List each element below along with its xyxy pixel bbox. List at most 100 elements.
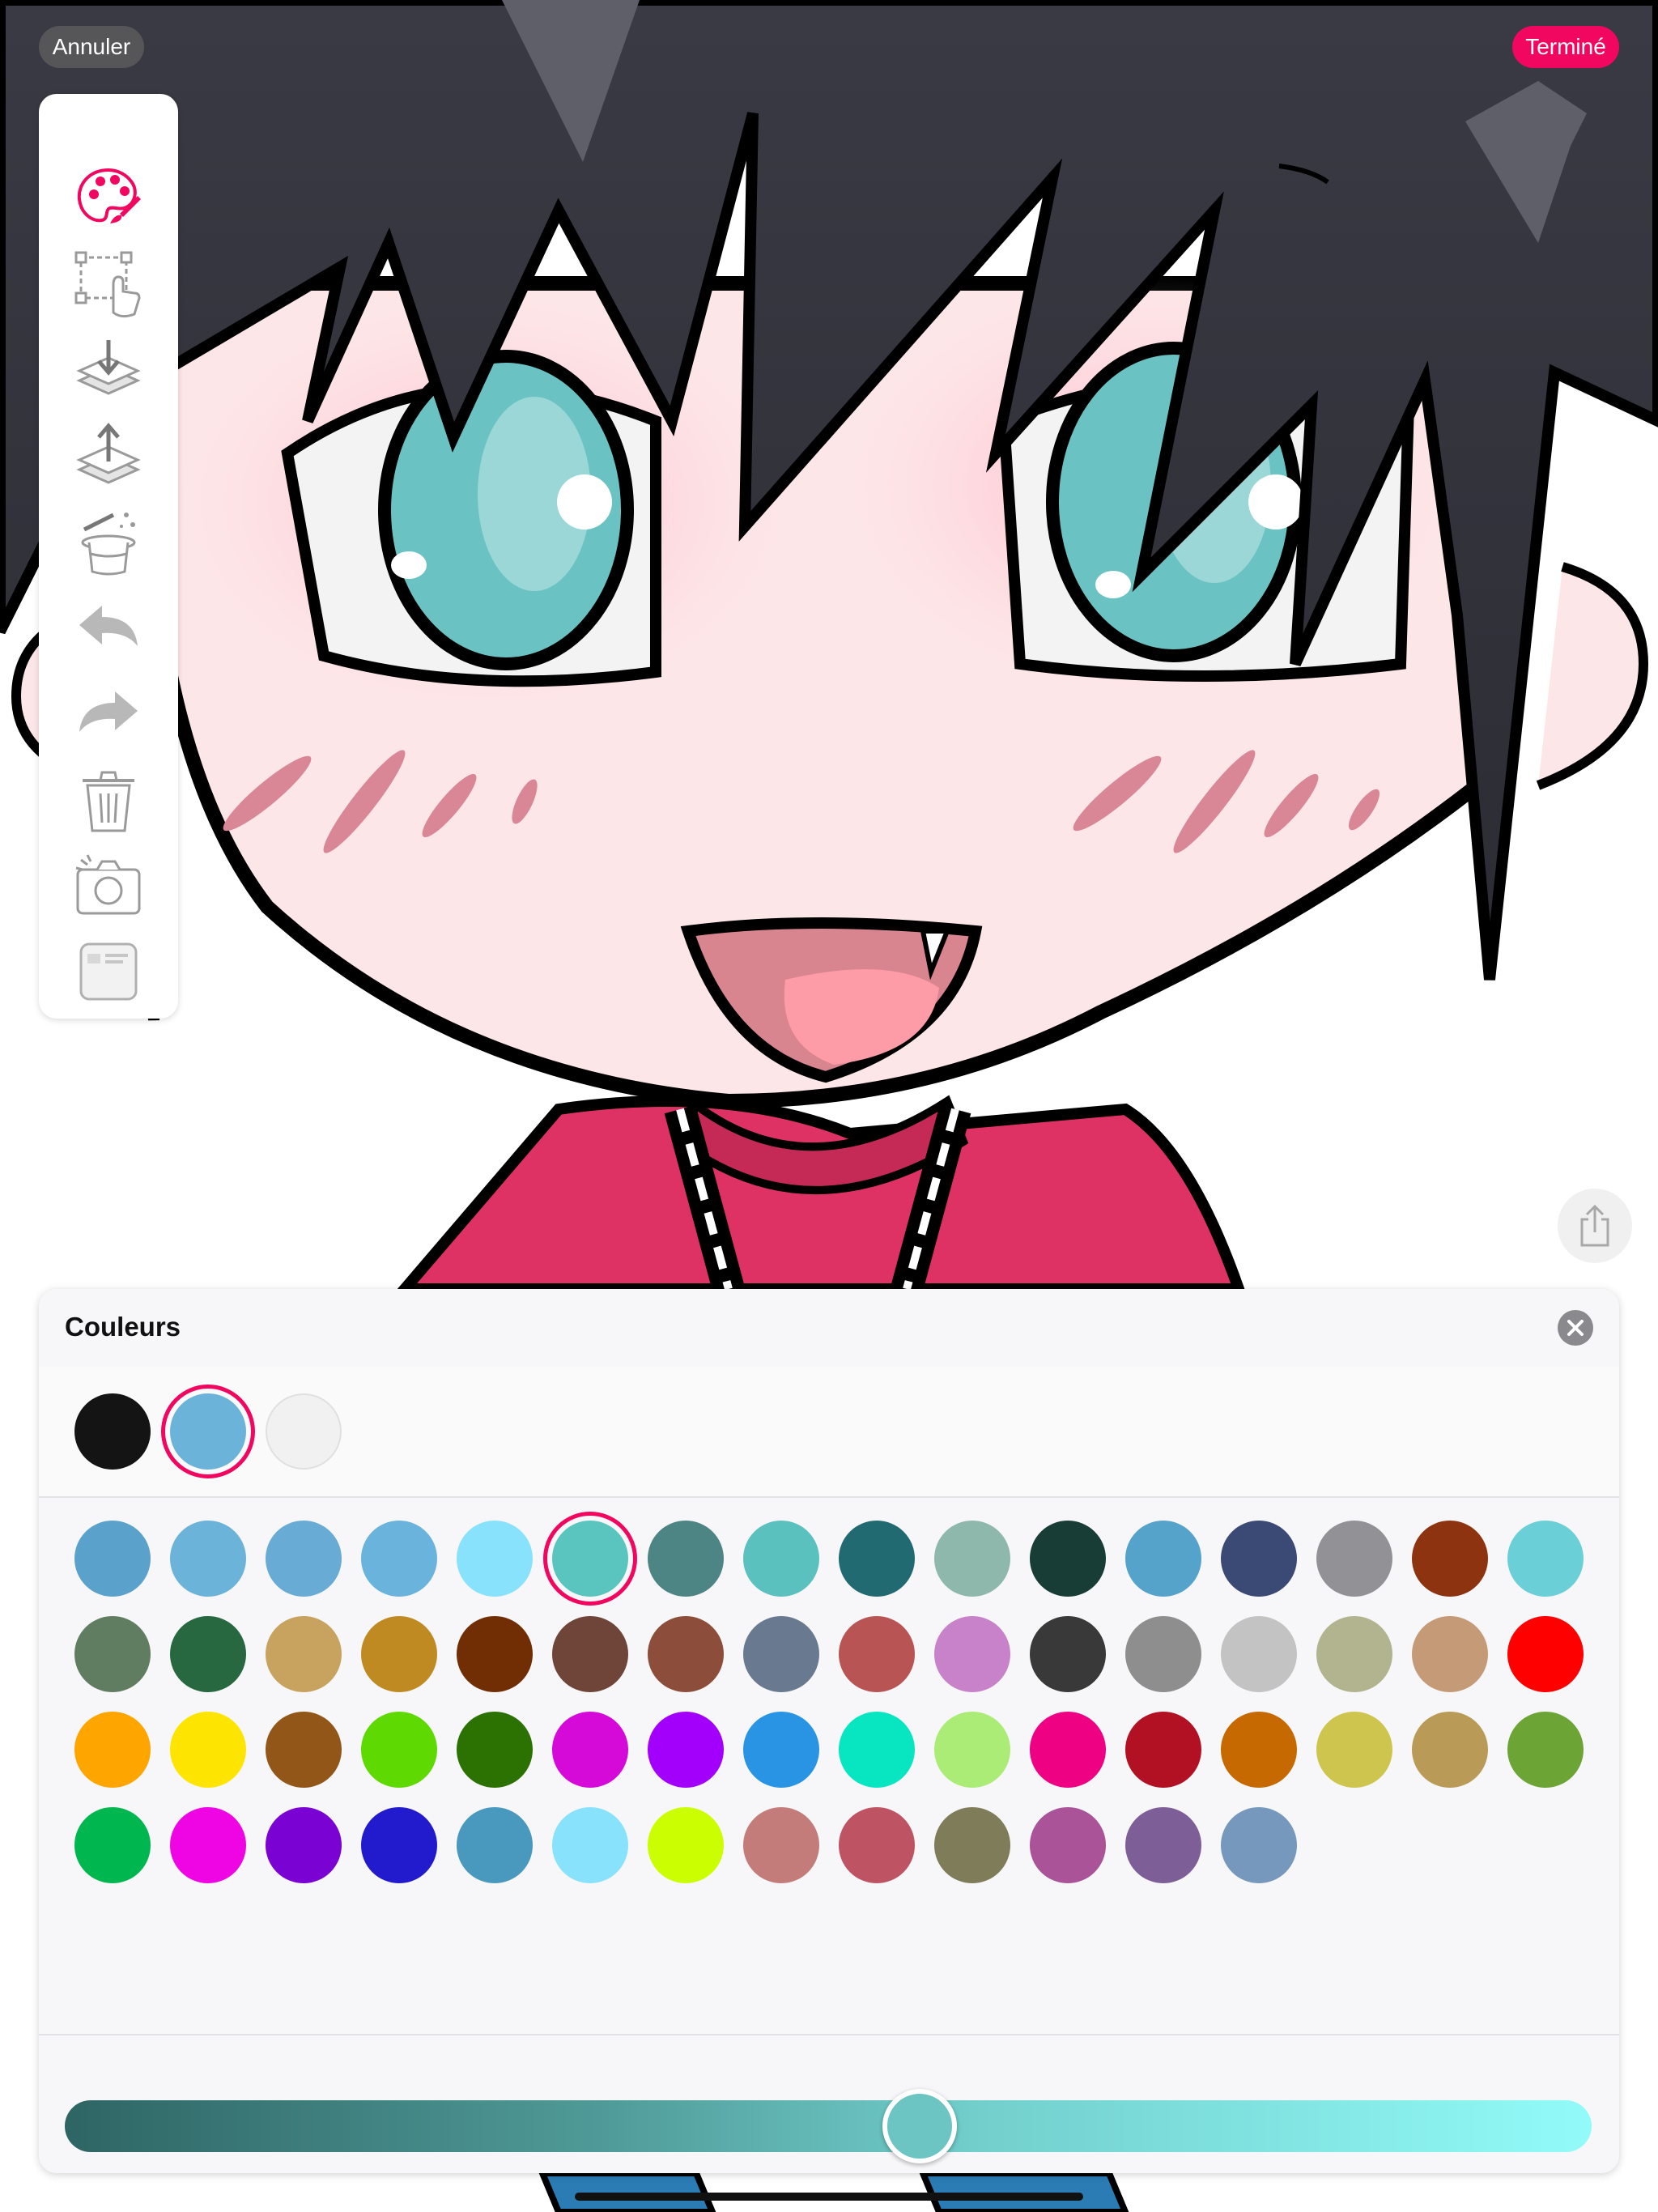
palette-color-swatch[interactable]	[74, 1616, 151, 1692]
shade-slider-area	[39, 2034, 1619, 2173]
palette-color-swatch[interactable]	[1316, 1616, 1392, 1692]
redo-icon	[79, 691, 138, 732]
palette-tool-button[interactable]	[68, 159, 149, 240]
close-panel-button[interactable]	[1558, 1310, 1593, 1346]
shirt	[392, 1095, 1247, 1295]
palette-color-swatch[interactable]	[1125, 1616, 1201, 1692]
recent-color-swatch[interactable]	[266, 1393, 342, 1470]
palette-color-swatch[interactable]	[934, 1807, 1010, 1883]
palette-color-swatch[interactable]	[1125, 1521, 1201, 1597]
shade-slider-thumb[interactable]	[882, 2089, 958, 2163]
palette-color-swatch[interactable]	[457, 1521, 533, 1597]
color-palette-grid	[39, 1498, 1619, 2032]
share-icon	[1580, 1204, 1609, 1247]
palette-color-swatch[interactable]	[1030, 1616, 1106, 1692]
done-button[interactable]: Terminé	[1512, 26, 1619, 68]
undo-button[interactable]	[68, 588, 149, 669]
palette-color-swatch[interactable]	[839, 1616, 915, 1692]
palette-color-swatch[interactable]	[266, 1521, 342, 1597]
palette-color-swatch[interactable]	[1125, 1712, 1201, 1788]
palette-color-swatch[interactable]	[170, 1807, 246, 1883]
palette-color-swatch[interactable]	[1412, 1712, 1488, 1788]
palette-color-swatch[interactable]	[74, 1807, 151, 1883]
palette-color-swatch[interactable]	[1030, 1712, 1106, 1788]
palette-color-swatch[interactable]	[552, 1616, 628, 1692]
palette-color-swatch[interactable]	[648, 1616, 724, 1692]
magic-hat-icon	[81, 513, 136, 576]
palette-color-swatch[interactable]	[170, 1712, 246, 1788]
palette-color-swatch[interactable]	[648, 1521, 724, 1597]
layer-up-icon	[76, 423, 141, 484]
palette-color-swatch[interactable]	[457, 1616, 533, 1692]
palette-color-swatch[interactable]	[1125, 1807, 1201, 1883]
palette-color-swatch[interactable]	[743, 1807, 819, 1883]
ear-right	[1536, 562, 1649, 790]
palette-color-swatch[interactable]	[552, 1712, 628, 1788]
palette-color-swatch[interactable]	[552, 1807, 628, 1883]
recent-color-swatch[interactable]	[161, 1385, 255, 1478]
select-transform-tool-button[interactable]	[68, 245, 149, 325]
camera-icon	[75, 854, 141, 915]
palette-color-swatch[interactable]	[934, 1616, 1010, 1692]
palette-color-swatch[interactable]	[1507, 1616, 1584, 1692]
share-button[interactable]	[1558, 1189, 1632, 1263]
palette-color-swatch[interactable]	[361, 1521, 437, 1597]
palette-color-swatch[interactable]	[1030, 1521, 1106, 1597]
palette-color-swatch[interactable]	[170, 1616, 246, 1692]
palette-color-swatch[interactable]	[1507, 1521, 1584, 1597]
palette-color-swatch[interactable]	[361, 1712, 437, 1788]
palette-color-swatch[interactable]	[74, 1712, 151, 1788]
palette-color-swatch[interactable]	[457, 1807, 533, 1883]
palette-icon	[77, 168, 141, 223]
palette-color-swatch[interactable]	[1030, 1807, 1106, 1883]
palette-color-swatch[interactable]	[1221, 1807, 1297, 1883]
palette-color-swatch[interactable]	[743, 1712, 819, 1788]
palette-color-swatch[interactable]	[1412, 1616, 1488, 1692]
delete-button[interactable]	[68, 759, 149, 840]
palette-color-swatch[interactable]	[1316, 1521, 1392, 1597]
shade-slider[interactable]	[65, 2089, 1592, 2163]
palette-color-swatch[interactable]	[743, 1521, 819, 1597]
colors-panel: Couleurs	[39, 1289, 1619, 2173]
palette-color-swatch[interactable]	[648, 1807, 724, 1883]
close-icon	[1567, 1320, 1584, 1336]
palette-color-swatch[interactable]	[1507, 1712, 1584, 1788]
tool-sidebar	[39, 94, 178, 1019]
panel-title: Couleurs	[65, 1312, 181, 1342]
panel-header: Couleurs	[39, 1289, 1619, 1368]
layer-down-tool-button[interactable]	[68, 330, 149, 411]
palette-color-swatch[interactable]	[1316, 1712, 1392, 1788]
palette-color-swatch[interactable]	[266, 1712, 342, 1788]
undo-icon	[79, 606, 138, 646]
palette-color-swatch[interactable]	[361, 1807, 437, 1883]
palette-color-swatch[interactable]	[457, 1712, 533, 1788]
recent-colors-row	[39, 1367, 1619, 1498]
card-button[interactable]	[68, 931, 149, 1012]
recent-color-swatch[interactable]	[74, 1393, 151, 1470]
magic-tool-button[interactable]	[68, 502, 149, 583]
palette-color-swatch[interactable]	[266, 1807, 342, 1883]
palette-color-swatch[interactable]	[1412, 1521, 1488, 1597]
palette-color-swatch[interactable]	[648, 1712, 724, 1788]
cancel-button[interactable]: Annuler	[39, 26, 144, 68]
palette-color-swatch[interactable]	[934, 1521, 1010, 1597]
palette-color-swatch[interactable]	[1221, 1616, 1297, 1692]
palette-color-swatch[interactable]	[361, 1616, 437, 1692]
palette-color-swatch[interactable]	[839, 1712, 915, 1788]
palette-color-swatch[interactable]	[266, 1616, 342, 1692]
camera-button[interactable]	[68, 845, 149, 926]
palette-color-swatch[interactable]	[170, 1521, 246, 1597]
redo-button[interactable]	[68, 674, 149, 755]
palette-color-swatch[interactable]	[74, 1521, 151, 1597]
layer-down-icon	[76, 340, 141, 395]
trash-icon	[83, 771, 134, 832]
card-icon	[79, 942, 138, 1001]
palette-color-swatch[interactable]	[839, 1807, 915, 1883]
palette-color-swatch[interactable]	[934, 1712, 1010, 1788]
palette-color-swatch[interactable]	[839, 1521, 915, 1597]
palette-color-swatch[interactable]	[543, 1512, 637, 1606]
palette-color-swatch[interactable]	[1221, 1712, 1297, 1788]
layer-up-tool-button[interactable]	[68, 416, 149, 497]
palette-color-swatch[interactable]	[1221, 1521, 1297, 1597]
palette-color-swatch[interactable]	[743, 1616, 819, 1692]
